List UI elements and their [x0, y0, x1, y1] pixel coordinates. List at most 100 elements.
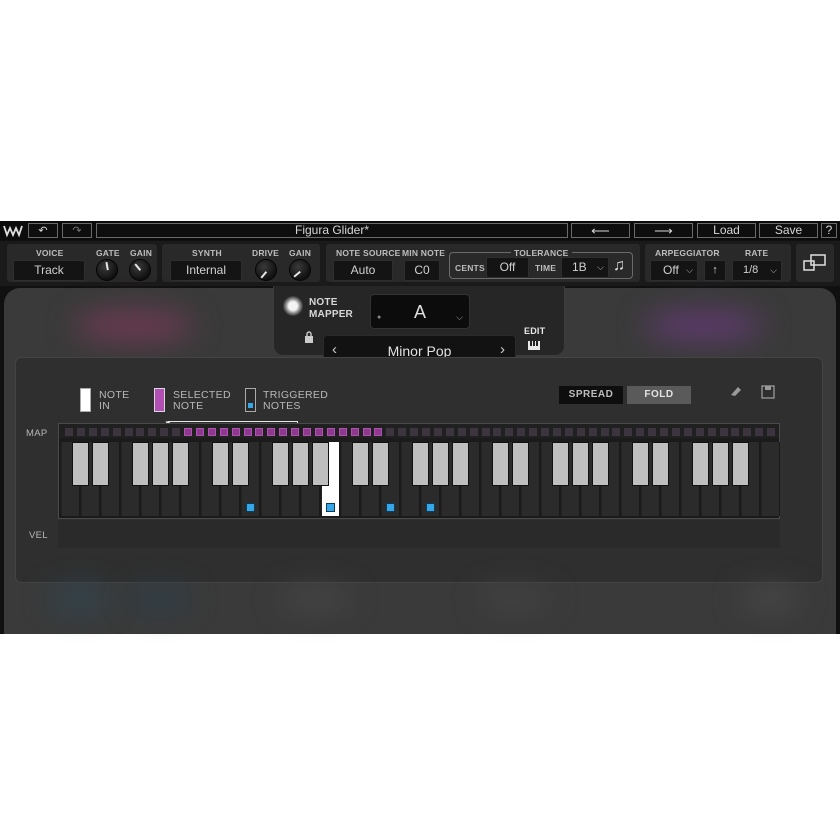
- black-key[interactable]: [92, 442, 109, 486]
- map-cell[interactable]: [624, 428, 633, 436]
- synth-gain-knob[interactable]: [289, 259, 311, 281]
- map-cell[interactable]: [505, 428, 514, 436]
- eraser-icon[interactable]: [728, 384, 742, 398]
- map-cell[interactable]: [326, 428, 335, 436]
- map-cell[interactable]: [88, 428, 97, 436]
- black-key[interactable]: [452, 442, 469, 486]
- map-cell[interactable]: [314, 428, 323, 436]
- map-cell[interactable]: [136, 428, 145, 436]
- black-key[interactable]: [212, 442, 229, 486]
- black-key[interactable]: [572, 442, 589, 486]
- map-cell[interactable]: [112, 428, 121, 436]
- map-cell[interactable]: [374, 428, 383, 436]
- spread-button[interactable]: SPREAD: [559, 386, 623, 404]
- black-key[interactable]: [712, 442, 729, 486]
- black-key[interactable]: [72, 442, 89, 486]
- map-cell[interactable]: [65, 428, 73, 436]
- map-cell[interactable]: [457, 428, 466, 436]
- black-key[interactable]: [652, 442, 669, 486]
- black-key[interactable]: [372, 442, 389, 486]
- fold-button[interactable]: FOLD: [627, 386, 691, 404]
- map-cell[interactable]: [184, 428, 192, 436]
- black-key[interactable]: [632, 442, 649, 486]
- map-cell[interactable]: [255, 428, 264, 436]
- map-cell[interactable]: [386, 428, 395, 436]
- map-cell[interactable]: [671, 428, 680, 436]
- map-cell[interactable]: [731, 428, 740, 436]
- black-key[interactable]: [732, 442, 749, 486]
- map-cell[interactable]: [600, 428, 609, 436]
- note-source-selector[interactable]: Auto: [333, 260, 393, 281]
- map-cell[interactable]: [195, 428, 204, 436]
- map-cell[interactable]: [707, 428, 716, 436]
- black-key[interactable]: [692, 442, 709, 486]
- white-key[interactable]: [761, 442, 780, 516]
- gate-knob[interactable]: [96, 259, 118, 281]
- map-cell[interactable]: [564, 428, 573, 436]
- arpeggiator-direction-button[interactable]: ↑: [704, 260, 726, 281]
- map-cell[interactable]: [552, 428, 561, 436]
- map-cell[interactable]: [445, 428, 454, 436]
- voice-gain-knob[interactable]: [129, 259, 151, 281]
- next-scale-icon[interactable]: ›: [500, 341, 505, 358]
- black-key[interactable]: [292, 442, 309, 486]
- map-cell[interactable]: [279, 428, 288, 436]
- undo-button[interactable]: ↶: [28, 223, 58, 238]
- map-cell[interactable]: [469, 428, 478, 436]
- map-cell[interactable]: [493, 428, 502, 436]
- black-key[interactable]: [172, 442, 189, 486]
- map-cell[interactable]: [529, 428, 538, 436]
- previous-preset-button[interactable]: ⟵: [571, 223, 630, 238]
- black-key[interactable]: [232, 442, 249, 486]
- black-key[interactable]: [492, 442, 509, 486]
- black-key[interactable]: [132, 442, 149, 486]
- map-cell[interactable]: [636, 428, 645, 436]
- drive-knob[interactable]: [255, 259, 277, 281]
- map-cell[interactable]: [148, 428, 157, 436]
- map-cell[interactable]: [207, 428, 216, 436]
- lock-icon[interactable]: [304, 330, 314, 343]
- black-key[interactable]: [432, 442, 449, 486]
- help-button[interactable]: ?: [821, 223, 837, 238]
- edit-label[interactable]: EDIT: [524, 326, 545, 336]
- cents-selector[interactable]: Off: [486, 257, 529, 278]
- map-cell[interactable]: [683, 428, 692, 436]
- next-preset-button[interactable]: ⟶: [634, 223, 693, 238]
- voice-selector[interactable]: Track: [13, 260, 85, 281]
- black-key[interactable]: [412, 442, 429, 486]
- keyboard[interactable]: [58, 423, 780, 519]
- preset-name-field[interactable]: Figura Glider*: [96, 223, 568, 238]
- redo-button[interactable]: ↷: [62, 223, 92, 238]
- music-note-icon[interactable]: ♫: [613, 257, 625, 275]
- black-key[interactable]: [272, 442, 289, 486]
- map-cell[interactable]: [660, 428, 668, 436]
- load-button[interactable]: Load: [697, 223, 756, 238]
- map-cell[interactable]: [291, 428, 300, 436]
- black-key[interactable]: [152, 442, 169, 486]
- black-key[interactable]: [552, 442, 569, 486]
- root-note-selector[interactable]: A ● ⌵: [370, 294, 470, 329]
- map-cell[interactable]: [541, 428, 549, 436]
- map-row[interactable]: [59, 424, 779, 438]
- map-cell[interactable]: [612, 428, 621, 436]
- map-cell[interactable]: [398, 428, 407, 436]
- piano-edit-icon[interactable]: [528, 337, 540, 350]
- map-cell[interactable]: [160, 428, 169, 436]
- synth-selector[interactable]: Internal: [170, 260, 242, 281]
- map-cell[interactable]: [362, 428, 371, 436]
- black-key[interactable]: [312, 442, 329, 486]
- map-cell[interactable]: [124, 428, 133, 436]
- map-cell[interactable]: [350, 428, 359, 436]
- map-cell[interactable]: [76, 428, 85, 436]
- arpeggiator-selector[interactable]: Off ⌵: [650, 260, 698, 281]
- time-selector[interactable]: 1B ⌵: [561, 257, 609, 278]
- map-cell[interactable]: [588, 428, 597, 436]
- map-cell[interactable]: [433, 428, 442, 436]
- black-key[interactable]: [592, 442, 609, 486]
- map-cell[interactable]: [219, 428, 228, 436]
- map-cell[interactable]: [303, 428, 311, 436]
- save-button[interactable]: Save: [759, 223, 818, 238]
- map-cell[interactable]: [231, 428, 240, 436]
- map-cell[interactable]: [267, 428, 276, 436]
- map-cell[interactable]: [410, 428, 419, 436]
